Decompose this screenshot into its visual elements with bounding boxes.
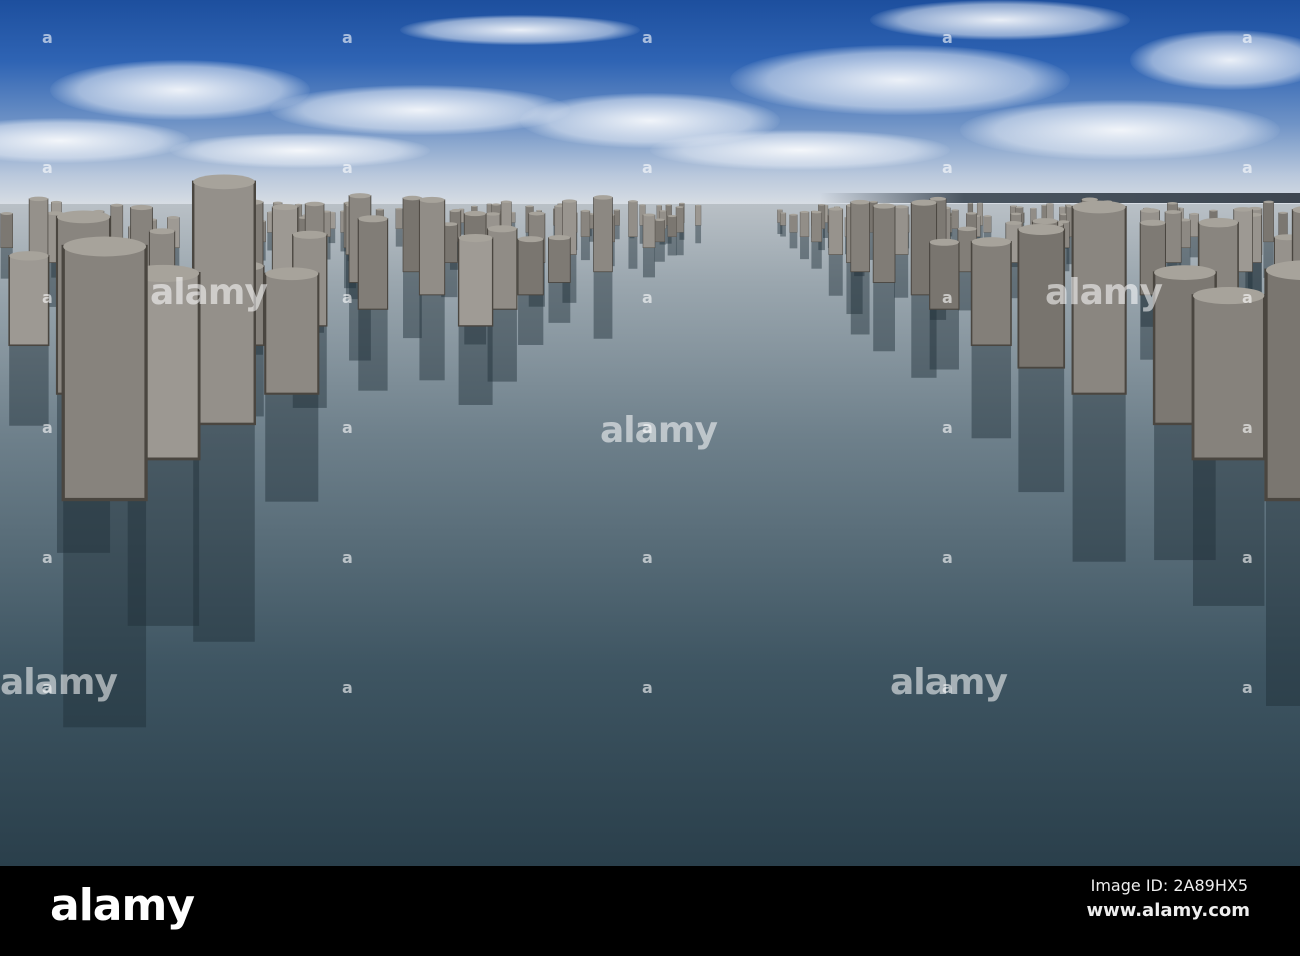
watermark-mark: a (642, 678, 653, 697)
watermark-text: alamy (600, 410, 718, 451)
watermark-mark: a (42, 158, 53, 177)
watermark-mark: a (942, 28, 953, 47)
watermark-text: alamy (1045, 272, 1163, 313)
pier-pylons-photo: alamy alamy alamy alamy alamy a a a a a a a a a a a a a a a… (0, 0, 1300, 866)
pylon (811, 210, 822, 269)
watermark-mark: a (942, 548, 953, 567)
pylon (675, 206, 684, 256)
image-id: Image ID: 2A89HX5 (1090, 876, 1248, 895)
watermark-mark: a (642, 28, 653, 47)
watermark-mark: a (42, 418, 53, 437)
stock-photo: alamy alamy alamy alamy alamy a a a a a a a a a a a a a a a… (0, 0, 1300, 956)
watermark-mark: a (642, 418, 653, 437)
pylon (191, 174, 257, 642)
watermark-mark: a (42, 548, 53, 567)
pylon (872, 203, 896, 352)
watermark-mark: a (342, 288, 353, 307)
pylon (850, 199, 870, 335)
watermark-mark: a (342, 158, 353, 177)
site-url[interactable]: www.alamy.com (1086, 900, 1250, 921)
pylon (548, 234, 571, 323)
pylon (667, 214, 677, 256)
footer-bar: alamy Image ID: 2A89HX5 www.alamy.com (0, 866, 1300, 956)
watermark-mark: a (942, 418, 953, 437)
watermark-mark: a (342, 548, 353, 567)
watermark-mark: a (342, 28, 353, 47)
pylon (628, 200, 638, 269)
watermark-mark: a (942, 288, 953, 307)
watermark-text: alamy (150, 272, 268, 313)
watermark-mark: a (1242, 28, 1253, 47)
pylon (789, 213, 798, 249)
pylon (580, 209, 591, 261)
pylon (642, 213, 656, 278)
pylon (1017, 223, 1066, 493)
pylon (517, 236, 544, 345)
pylon (654, 218, 666, 262)
pylon (8, 251, 50, 426)
pylon (1264, 260, 1300, 706)
pylon (1071, 200, 1127, 562)
watermark-mark: a (1242, 158, 1253, 177)
pylon (264, 267, 320, 502)
pylon (780, 212, 787, 237)
pylon (395, 207, 403, 247)
pylon (418, 196, 446, 381)
pylon (357, 215, 389, 391)
watermark-mark: a (1242, 418, 1253, 437)
pylon (457, 233, 494, 405)
watermark-mark: a (642, 158, 653, 177)
pylon (593, 195, 613, 339)
pylon (61, 236, 148, 728)
watermark-mark: a (642, 548, 653, 567)
watermark-mark: a (42, 678, 53, 697)
watermark-mark: a (942, 678, 953, 697)
pylon (893, 205, 909, 298)
watermark-mark: a (1242, 288, 1253, 307)
watermark-mark: a (42, 288, 53, 307)
pylon (970, 237, 1012, 439)
pylon (1191, 287, 1266, 606)
watermark-mark: a (42, 28, 53, 47)
watermark-text: alamy (0, 662, 118, 703)
watermark-mark: a (1242, 678, 1253, 697)
watermark-mark: a (342, 418, 353, 437)
pylon (1189, 212, 1199, 258)
alamy-logo: alamy (50, 880, 195, 931)
pylon (799, 210, 810, 260)
watermark-mark: a (1242, 548, 1253, 567)
watermark-mark: a (942, 158, 953, 177)
watermark-mark: a (642, 288, 653, 307)
pylon (828, 207, 844, 296)
pylon (695, 204, 702, 244)
watermark-mark: a (342, 678, 353, 697)
